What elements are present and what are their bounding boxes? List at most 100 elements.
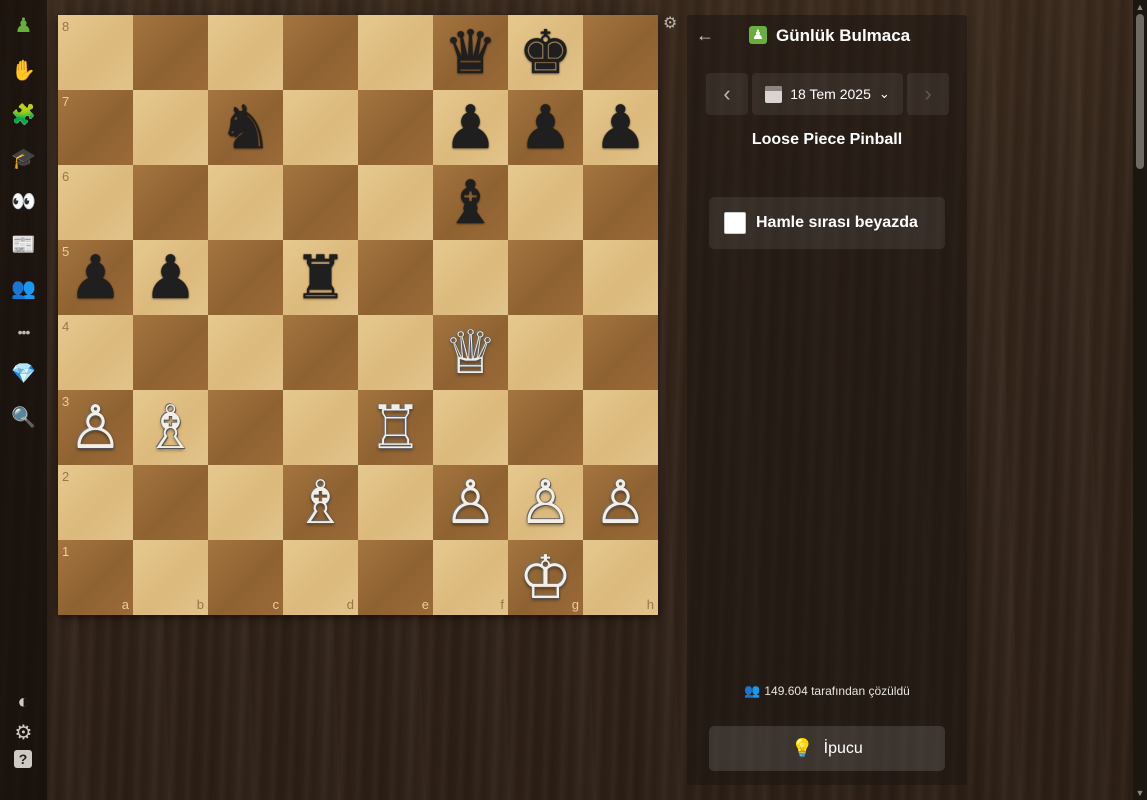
page-scrollbar[interactable]: ▲ ▼ [1133, 0, 1147, 800]
square-a7[interactable]: 7 [58, 90, 133, 165]
black-king-g8[interactable]: ♚ [508, 15, 583, 90]
square-d6[interactable] [283, 165, 358, 240]
file-label: b [196, 597, 204, 612]
square-d7[interactable] [283, 90, 358, 165]
puzzle-title: Loose Piece Pinball [751, 131, 903, 148]
daily-puzzle-icon: ♟ [749, 26, 767, 44]
white-queen-f4[interactable]: ♕ [433, 315, 508, 390]
square-h8[interactable] [583, 15, 658, 90]
play-hand-icon[interactable]: ✋ [10, 57, 37, 84]
white-king-g1[interactable]: ♔ [508, 540, 583, 615]
white-bishop-b3[interactable]: ♗ [133, 390, 208, 465]
solved-text: 149.604 tarafından çözüldü [764, 684, 910, 698]
news-icon[interactable]: 📰 [10, 231, 37, 258]
board-grid[interactable]: 8 7 6 5 4 3 2 1 a b c d e f g h ♛ ♚ ♞ ♟ ♟ ♟ ♝ ♟ ♟ ♜ ♕ ♙ ♗ ♖ ♗ ♙ ♙ ♙ ♔ [58, 15, 658, 615]
turn-text: Hamle sırası beyazda [756, 214, 918, 231]
premium-diamond-icon[interactable]: 💎 [10, 360, 37, 387]
rank-label: 8 [62, 19, 70, 34]
chess-board[interactable]: 8 7 6 5 4 3 2 1 a b c d e f g h ♛ ♚ ♞ ♟ ♟ ♟ ♝ ♟ ♟ ♜ ♕ ♙ ♗ ♖ ♗ ♙ ♙ ♙ ♔ [58, 15, 658, 615]
settings-icon[interactable]: ⚙ [10, 719, 37, 746]
black-pawn-b5[interactable]: ♟ [133, 240, 208, 315]
square-a1[interactable]: 1a [58, 540, 133, 615]
next-day-button[interactable]: › [907, 73, 949, 115]
white-pawn-g2[interactable]: ♙ [508, 465, 583, 540]
square-e4[interactable] [358, 315, 433, 390]
square-c3[interactable] [208, 390, 283, 465]
learn-icon[interactable]: 🎓 [10, 145, 37, 172]
panel-title: Günlük Bulmaca [776, 26, 911, 45]
square-g6[interactable] [508, 165, 583, 240]
square-g5[interactable] [508, 240, 583, 315]
square-a4[interactable]: 4 [58, 315, 133, 390]
scroll-thumb[interactable] [1136, 14, 1144, 169]
square-b4[interactable] [133, 315, 208, 390]
left-sidebar: ♟ ✋ 🧩 🎓 👀 📰 👥 ••• 💎 🔍 ◐ ⚙? [0, 0, 47, 800]
black-pawn-h7[interactable]: ♟ [583, 90, 658, 165]
square-a2[interactable]: 2 [58, 465, 133, 540]
date-picker-button[interactable]: 18 Tem 2025 ⌄ [752, 73, 903, 115]
square-g4[interactable] [508, 315, 583, 390]
scroll-down-arrow-icon[interactable]: ▼ [1135, 788, 1145, 798]
black-queen-f8[interactable]: ♛ [433, 15, 508, 90]
home-pawn-icon[interactable]: ♟ [10, 12, 37, 39]
square-b1[interactable]: b [133, 540, 208, 615]
watch-binoculars-icon[interactable]: 👀 [10, 188, 37, 215]
square-c5[interactable] [208, 240, 283, 315]
white-pawn-a3[interactable]: ♙ [58, 390, 133, 465]
square-a8[interactable]: 8 [58, 15, 133, 90]
theme-toggle-icon[interactable]: ◐ [10, 688, 37, 715]
square-c6[interactable] [208, 165, 283, 240]
square-h5[interactable] [583, 240, 658, 315]
square-c2[interactable] [208, 465, 283, 540]
board-settings-icon[interactable]: ⚙ [663, 16, 679, 32]
square-e8[interactable] [358, 15, 433, 90]
white-bishop-d2[interactable]: ♗ [283, 465, 358, 540]
square-e1[interactable]: e [358, 540, 433, 615]
black-pawn-g7[interactable]: ♟ [508, 90, 583, 165]
square-h6[interactable] [583, 165, 658, 240]
help-icon[interactable]: ? [14, 750, 32, 768]
square-e7[interactable] [358, 90, 433, 165]
search-icon[interactable]: 🔍 [10, 404, 37, 431]
square-a6[interactable]: 6 [58, 165, 133, 240]
square-f1[interactable]: f [433, 540, 508, 615]
square-f5[interactable] [433, 240, 508, 315]
previous-day-button[interactable]: ‹ [706, 73, 748, 115]
square-h1[interactable]: h [583, 540, 658, 615]
black-rook-d5[interactable]: ♜ [283, 240, 358, 315]
more-icon[interactable]: ••• [10, 318, 37, 345]
white-pawn-f2[interactable]: ♙ [433, 465, 508, 540]
scroll-up-arrow-icon[interactable]: ▲ [1135, 2, 1145, 12]
white-pawn-h2[interactable]: ♙ [583, 465, 658, 540]
puzzles-icon[interactable]: 🧩 [10, 101, 37, 128]
black-pawn-a5[interactable]: ♟ [58, 240, 133, 315]
hint-button[interactable]: 💡 İpucu [709, 726, 945, 771]
solved-count: 👥 149.604 tarafından çözüldü [687, 683, 967, 699]
square-e2[interactable] [358, 465, 433, 540]
square-b8[interactable] [133, 15, 208, 90]
square-h4[interactable] [583, 315, 658, 390]
date-label: 18 Tem 2025 [790, 86, 871, 102]
back-arrow-icon[interactable]: ← [696, 25, 714, 46]
square-c1[interactable]: c [208, 540, 283, 615]
square-d8[interactable] [283, 15, 358, 90]
rank-label: 4 [62, 319, 70, 334]
white-rook-e3[interactable]: ♖ [358, 390, 433, 465]
square-h3[interactable] [583, 390, 658, 465]
square-b6[interactable] [133, 165, 208, 240]
square-f3[interactable] [433, 390, 508, 465]
square-c8[interactable] [208, 15, 283, 90]
square-d3[interactable] [283, 390, 358, 465]
square-e6[interactable] [358, 165, 433, 240]
square-b7[interactable] [133, 90, 208, 165]
social-icon[interactable]: 👥 [10, 275, 37, 302]
square-b2[interactable] [133, 465, 208, 540]
square-d4[interactable] [283, 315, 358, 390]
square-e5[interactable] [358, 240, 433, 315]
square-g3[interactable] [508, 390, 583, 465]
square-d1[interactable]: d [283, 540, 358, 615]
black-bishop-f6[interactable]: ♝ [433, 165, 508, 240]
black-pawn-f7[interactable]: ♟ [433, 90, 508, 165]
square-c4[interactable] [208, 315, 283, 390]
black-knight-c7[interactable]: ♞ [208, 90, 283, 165]
